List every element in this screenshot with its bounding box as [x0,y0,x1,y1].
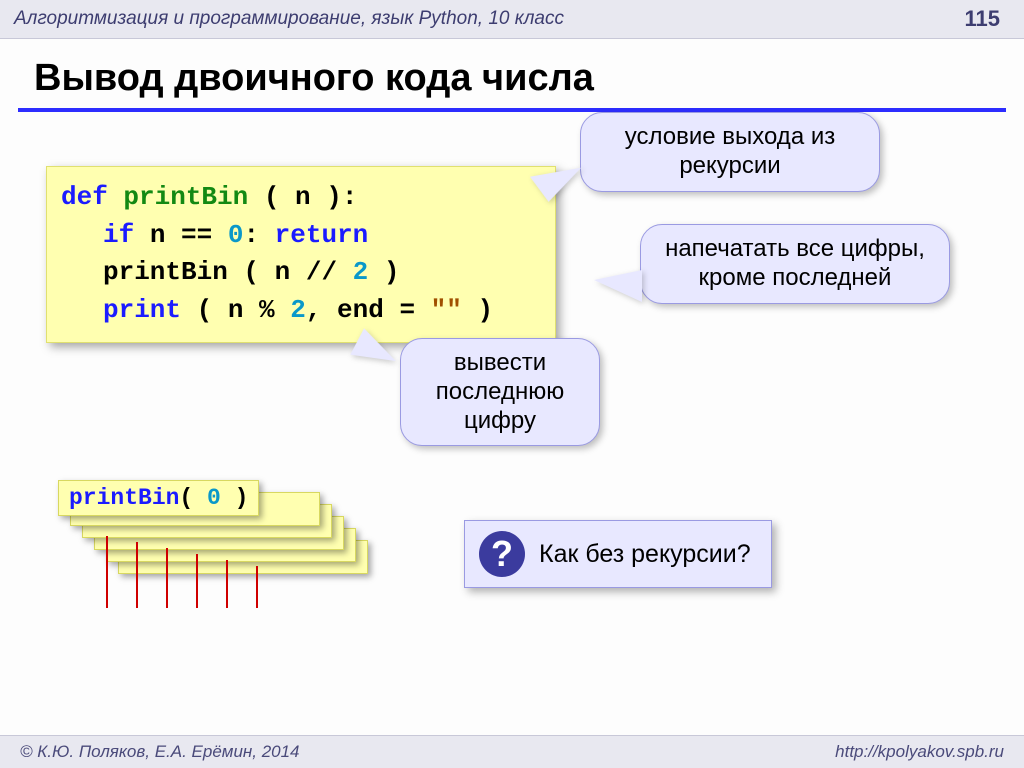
slide-footer: © К.Ю. Поляков, Е.А. Ерёмин, 2014 http:/… [0,735,1024,768]
stack-card-top: printBin( 0 ) [58,480,259,516]
callout-exit-condition: условие выхода из рекурсии [580,112,880,192]
course-title: Алгоритмизация и программирование, язык … [14,8,564,30]
code-line-3: printBin ( n // 2 ) [61,254,541,292]
slide-header: Алгоритмизация и программирование, язык … [0,0,1024,39]
red-tick [136,542,138,608]
red-tick [196,554,198,608]
code-line-2: if n == 0: return [61,217,541,255]
red-tick [166,548,168,608]
callout-last-digit: вывести последнюю цифру [400,338,600,446]
question-text: Как без рекурсии? [539,540,751,569]
page-number: 115 [965,6,1001,32]
slide-title: Вывод двоичного кода числа [0,39,1024,106]
red-tick [256,566,258,608]
red-tick [226,560,228,608]
red-tick [106,536,108,608]
recursion-stack: printBin( 0 ) [58,480,398,620]
code-line-1: def printBin ( n ): [61,179,541,217]
question-mark-icon: ? [479,531,525,577]
callout-all-digits: напечатать все цифры, кроме последней [640,224,950,304]
callout-tail [350,327,399,361]
question-box: ? Как без рекурсии? [464,520,772,588]
code-line-4: print ( n % 2, end = "" ) [61,292,541,330]
code-block: def printBin ( n ): if n == 0: return pr… [46,166,556,343]
footer-copyright: © К.Ю. Поляков, Е.А. Ерёмин, 2014 [20,742,300,762]
callout-tail [594,270,642,302]
footer-url: http://kpolyakov.spb.ru [835,742,1004,762]
